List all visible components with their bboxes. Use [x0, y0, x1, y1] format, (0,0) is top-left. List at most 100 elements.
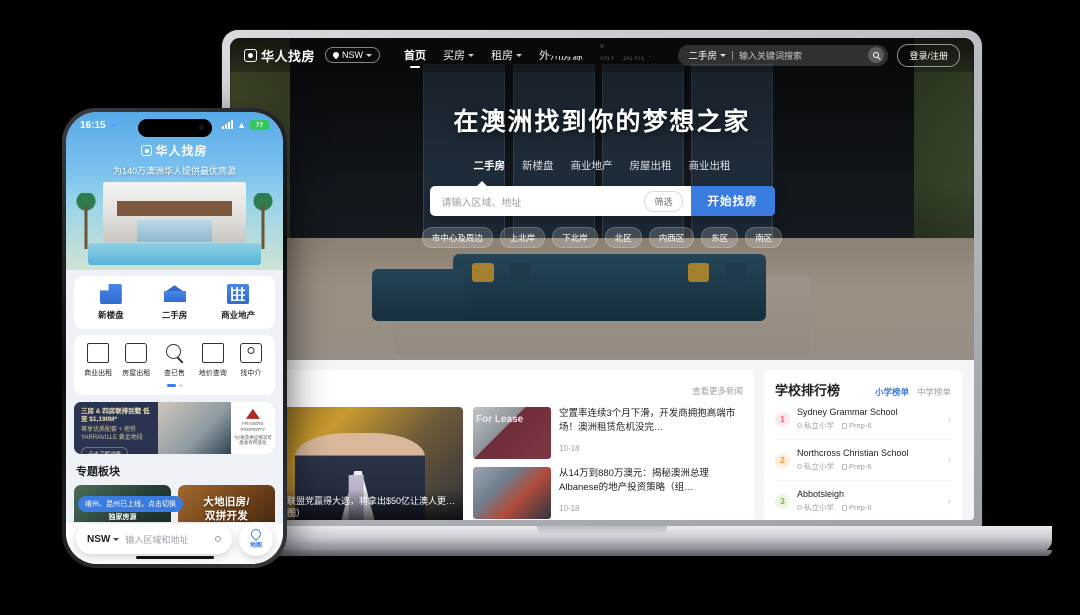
screenshot-stage: 华人找房 NSW 首页 买房 租房 外州房源 房产资讯 二手房 输入关键词搜索 … [0, 0, 1080, 615]
tile-commercial[interactable]: 商业地产 [206, 284, 270, 321]
hero-tab-secondhand[interactable]: 二手房 [474, 158, 506, 173]
office-icon [227, 284, 250, 304]
land-price-icon [201, 343, 224, 363]
area-chip[interactable]: 东区 [701, 227, 739, 248]
laptop-device: 华人找房 NSW 首页 买房 租房 外州房源 房产资讯 二手房 输入关键词搜索 … [152, 30, 1052, 556]
school-rank-badge: 1 [775, 411, 790, 427]
hero-pool [87, 243, 262, 266]
tile-label: 商业出租 [84, 370, 113, 377]
battery-icon: 77 [250, 120, 269, 130]
tile-secondhand[interactable]: 二手房 [143, 284, 207, 321]
laptop-foot [152, 550, 1052, 556]
hero-tab-commercial[interactable]: 商业地产 [571, 158, 613, 173]
region-selector[interactable]: NSW [325, 47, 381, 63]
area-chip[interactable]: 南区 [745, 227, 783, 248]
tab-secondary-school[interactable]: 中学榜单 [917, 386, 951, 398]
chevron-down-icon [366, 53, 373, 57]
search-icon[interactable] [868, 47, 885, 63]
school-row[interactable]: 2 Northcross Christian School 私立小学 Prep-… [775, 440, 951, 481]
map-button-label: 地图 [249, 543, 262, 549]
school-grades: Prep-6 [849, 462, 872, 471]
news-header: 资讯 查看更多新闻 [253, 379, 743, 399]
promo-card-development[interactable]: 大地旧房/ 双拼开发 [178, 484, 275, 522]
view-more-news-link[interactable]: 查看更多新闻 [692, 385, 743, 397]
website-content: 资讯 查看更多新闻 ：如果联盟党赢得大选，将拿出$50亿让澳人更…房（组图） [230, 360, 974, 520]
chevron-right-icon: › [947, 454, 951, 466]
primary-tiles-card: 新楼盘 二手房 商业地产 [74, 276, 275, 329]
school-info: Northcross Christian School 私立小学 Prep-6 [797, 448, 941, 472]
ad-interior-photo [158, 401, 231, 454]
area-chips: 市中心及周边 上北岸 下北岸 北区 内西区 东区 南区 [230, 227, 974, 248]
navbar-search-type[interactable]: 二手房 [688, 48, 726, 62]
school-type: 私立小学 [804, 503, 834, 512]
primary-tiles-row: 新楼盘 二手房 商业地产 [79, 284, 270, 321]
tile-land-price[interactable]: 地价查询 [194, 343, 232, 378]
news-item-title: 从14万到880万澳元：揭秘澳洲总理Albanese的地产投资策略（组… [559, 468, 709, 493]
news-list-item[interactable]: 空置率连续3个月下滑，开发商拥抱高端市场！澳洲租赁危机没完… 10-18 [473, 407, 743, 459]
nav-link-buy[interactable]: 买房 [443, 47, 475, 63]
frasers-logo-icon [245, 408, 260, 419]
chevron-right-icon: › [947, 413, 951, 425]
phone-brand-text: 华人找房 [155, 144, 208, 158]
school-meta: 私立小学 Prep-6 [797, 461, 941, 472]
area-chip[interactable]: 上北岸 [499, 227, 546, 248]
school-info: Sydney Grammar School 私立小学 Prep-6 [797, 407, 941, 431]
area-chip[interactable]: 市中心及周边 [421, 227, 493, 248]
ad-cta-button[interactable]: 点击了解详情 [81, 446, 129, 454]
area-chip[interactable]: 下北岸 [552, 227, 598, 248]
school-ranking-panel: 学校排行榜 小学榜单 中学榜单 1 Sydney Grammar School … [764, 370, 962, 520]
tile-sold[interactable]: 查已售 [155, 343, 193, 378]
navbar-search[interactable]: 二手房 输入关键词搜索 [678, 44, 889, 66]
map-button[interactable]: 地图 [239, 522, 273, 556]
tile-label: 房屋出租 [122, 370, 151, 377]
login-register-button[interactable]: 登录/注册 [897, 43, 960, 67]
grade-icon [842, 422, 847, 429]
tile-commercial-rent[interactable]: 商业出租 [79, 343, 117, 378]
start-search-button[interactable]: 开始找房 [690, 186, 775, 216]
section-title-topics: 专题板块 [76, 465, 120, 478]
school-row[interactable]: 3 Abbotsleigh 私立小学 Prep-6 › [775, 481, 951, 520]
laptop-base [152, 526, 1052, 552]
tile-house-rent[interactable]: 房屋出租 [117, 343, 155, 378]
laptop-camera-notch [546, 38, 658, 56]
phone-search-bar[interactable]: NSW 输入区域和地址 [76, 524, 232, 554]
tile-new-development[interactable]: 新楼盘 [79, 284, 143, 321]
state-switch-tooltip[interactable]: 维州、昆州已上线，点击切换 [78, 496, 183, 512]
news-thumbnail [473, 407, 551, 459]
hero-tab-rental[interactable]: 房屋出租 [630, 158, 672, 173]
nav-link-home[interactable]: 首页 [404, 47, 426, 68]
area-chip[interactable]: 北区 [604, 227, 642, 248]
news-list-item[interactable]: 从14万到880万澳元：揭秘澳洲总理Albanese的地产投资策略（组… 10-… [473, 467, 743, 519]
grade-icon [842, 463, 847, 470]
area-chip[interactable]: 内西区 [648, 227, 695, 248]
site-brand[interactable]: 华人找房 [244, 46, 315, 65]
school-type: 私立小学 [804, 421, 834, 430]
nav-link-label: 租房 [491, 50, 514, 62]
school-grades: Prep-6 [849, 421, 872, 430]
hero-search-input[interactable]: 请输入区域、地址 [430, 194, 645, 209]
phone-brand-subtitle: 为140万澳洲华人提供最优房源 [112, 166, 237, 176]
chevron-down-icon [113, 537, 120, 541]
phone-screen: 16:15 ➤ ▲ 77 华人找房 为140万澳洲华人提供最优房源 维州、昆州已… [66, 112, 283, 564]
website-hero: 华人找房 NSW 首页 买房 租房 外州房源 房产资讯 二手房 输入关键词搜索 … [230, 38, 974, 360]
chevron-down-icon [516, 53, 523, 57]
search-icon[interactable] [215, 536, 221, 542]
tile-agent[interactable]: 找中介 [232, 343, 270, 378]
hero-title: 在澳洲找到你的梦想之家 [453, 108, 751, 136]
phone-state-selector[interactable]: NSW [87, 534, 120, 545]
ad-brand-block: FRASERS PROPERTY *价格及供应情况可能会有所变动 [230, 401, 275, 454]
ad-fineprint: *价格及供应情况可能会有所变动 [234, 434, 272, 446]
promo-subtitle: 独家房源 [108, 513, 137, 521]
map-pin-icon [248, 526, 264, 542]
promo-ad-banner[interactable]: 三房 & 四房联排别墅 低至 $1,190M* 尊享优质配套 + 地铁 YARR… [74, 401, 275, 454]
school-type-icon [797, 464, 802, 469]
phone-body: 新楼盘 二手房 商业地产 商业出租 房屋出租 查已售 地价查询 找中介 三房 &… [66, 270, 283, 522]
school-row[interactable]: 1 Sydney Grammar School 私立小学 Prep-6 › [775, 399, 951, 440]
brand-logo-icon [244, 48, 257, 62]
hero-tab-newdev[interactable]: 新楼盘 [522, 158, 554, 173]
search-sold-icon [164, 343, 186, 363]
filter-button[interactable]: 筛选 [644, 190, 683, 212]
nav-link-rent[interactable]: 租房 [491, 47, 523, 63]
tab-primary-school[interactable]: 小学榜单 [875, 386, 909, 398]
hero-tab-commercial-rent[interactable]: 商业出租 [689, 158, 731, 173]
